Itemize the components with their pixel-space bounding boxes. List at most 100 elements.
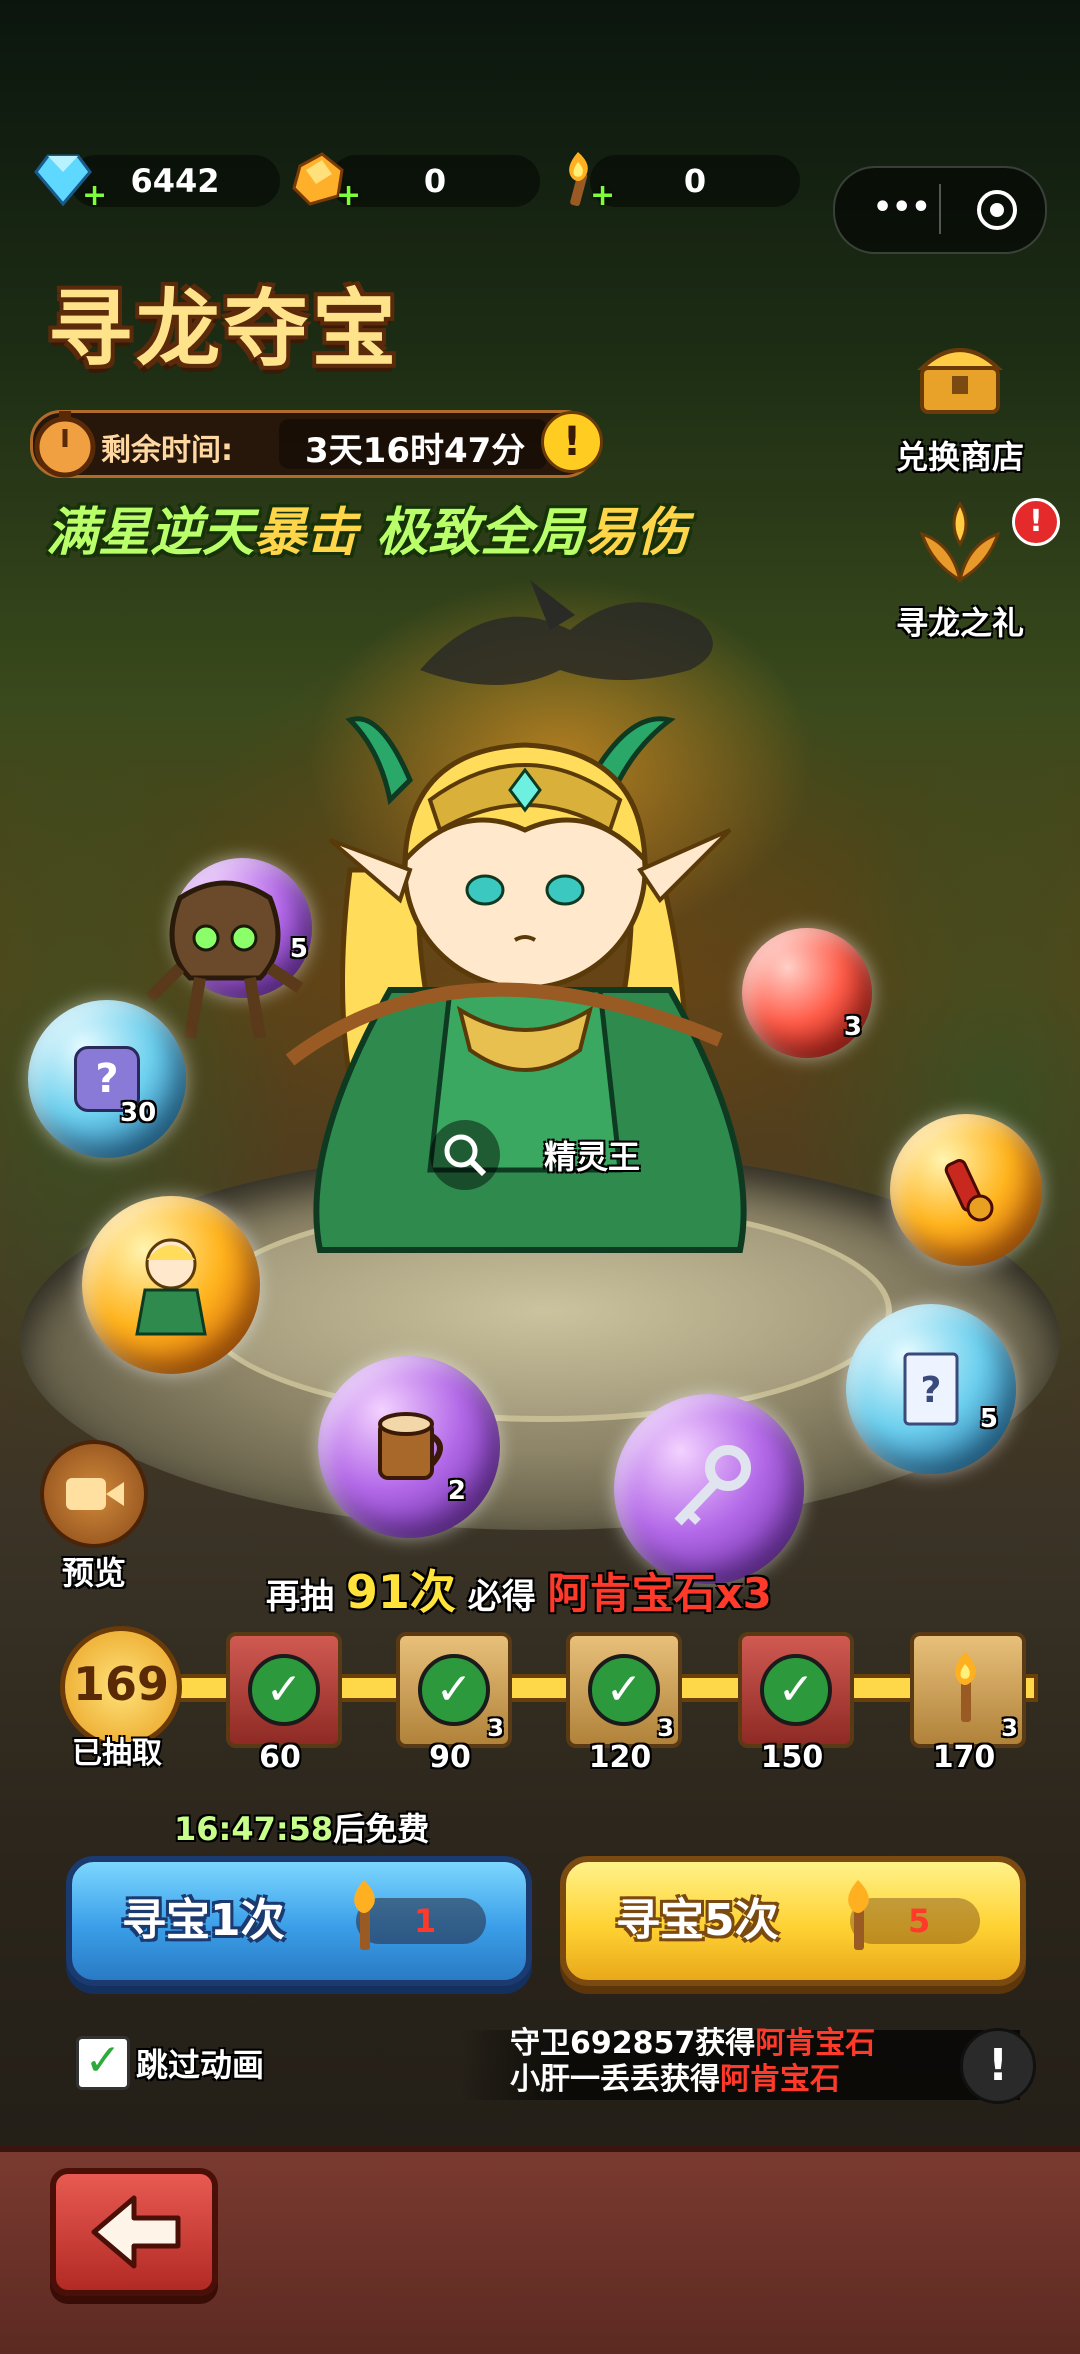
torch-counter: 0	[590, 155, 800, 207]
milestone-90[interactable]: ✓ 3	[396, 1632, 512, 1748]
milestone-170[interactable]: 3	[910, 1632, 1026, 1748]
milestone-150[interactable]: ✓	[738, 1632, 854, 1748]
guarantee-count: 91次	[345, 1565, 456, 1619]
remaining-time-bar: 剩余时间: 3天16时47分 !	[30, 410, 603, 478]
magnifier-icon[interactable]	[430, 1120, 500, 1190]
wood-orb[interactable]: 2	[318, 1356, 500, 1538]
info-icon[interactable]: !	[541, 411, 603, 473]
guarantee-reward: 阿肯宝石x3	[547, 1569, 772, 1618]
remaining-time-label: 剩余时间:	[101, 433, 233, 468]
red-orb[interactable]: 3	[742, 928, 872, 1058]
milestone-count: 3	[1001, 1714, 1018, 1742]
draw-once-label: 寻宝1次	[122, 1895, 285, 1946]
video-camera-icon	[40, 1440, 148, 1548]
slogan-part-2: 极致全局	[376, 503, 585, 563]
milestone-120[interactable]: ✓ 3	[566, 1632, 682, 1748]
dragon-silhouette	[420, 580, 713, 685]
back-button[interactable]	[50, 2168, 218, 2296]
capsule-divider	[939, 184, 941, 234]
scroll-count: 5	[979, 1404, 998, 1434]
scroll-icon: ?	[903, 1352, 959, 1426]
torch-icon	[848, 1880, 869, 1950]
free-timer: 16:47:58后免费	[174, 1804, 429, 1850]
check-icon: ✓	[588, 1654, 660, 1726]
exchange-shop-button[interactable]: 兑换商店	[874, 328, 1046, 478]
torch-icon	[354, 1880, 375, 1950]
check-icon: ✓	[248, 1654, 320, 1726]
back-arrow-icon	[91, 2195, 181, 2269]
slogan-highlight-1: 暴击	[254, 503, 359, 563]
gem-counter: 0	[330, 155, 540, 207]
mystery-orb[interactable]: ? 30	[28, 1000, 186, 1158]
hero-name: 精灵王	[544, 1138, 641, 1176]
free-timer-suffix: 后免费	[333, 1810, 430, 1848]
preview-button[interactable]: 预览	[30, 1440, 158, 1594]
gem-plus-icon[interactable]: +	[336, 178, 361, 213]
free-timer-time: 16:47:58	[174, 1810, 334, 1848]
diamond-plus-icon[interactable]: +	[82, 178, 107, 213]
draw-once-cost: 1	[354, 1880, 486, 1950]
guarantee-text: 再抽 91次 必得 阿肯宝石x3	[266, 1556, 772, 1622]
broadcast-text: 守卫692857获得阿肯宝石 小肝一丢丢获得阿肯宝石	[510, 2026, 875, 2098]
broadcast-info-icon[interactable]: !	[960, 2028, 1036, 2104]
diamond-value: 6442	[130, 162, 220, 200]
milestone-label: 120	[588, 1740, 652, 1775]
exchange-shop-label: 兑换商店	[895, 438, 1024, 476]
remaining-time-value: 3天16时47分	[305, 431, 526, 471]
torch-plus-icon[interactable]: +	[590, 178, 615, 213]
draw-five-button[interactable]: 寻宝5次 5	[560, 1856, 1026, 1986]
guarantee-pre: 再抽	[266, 1577, 334, 1617]
notification-badge-icon: !	[1012, 498, 1060, 546]
draw-once-cost-value: 1	[414, 1902, 437, 1940]
milestone-60[interactable]: ✓	[226, 1632, 342, 1748]
scroll-orb[interactable]: ? 5	[846, 1304, 1016, 1474]
drawn-label: 已抽取	[72, 1736, 162, 1771]
mini-program-capsule: •••	[833, 166, 1047, 254]
preview-label: 预览	[61, 1554, 126, 1592]
milestone-label: 170	[932, 1740, 996, 1775]
slogan-part-1: 满星逆天	[46, 503, 255, 563]
draw-five-label: 寻宝5次	[616, 1895, 779, 1946]
broadcast-line1-item: 阿肯宝石	[755, 2026, 876, 2061]
event-title: 寻龙夺宝	[48, 280, 401, 378]
broadcast-line1-name: 守卫692857获得	[510, 2026, 756, 2061]
milestone-label: 60	[259, 1740, 301, 1775]
dragon-emblem-icon	[919, 501, 1001, 583]
stopwatch-icon	[34, 411, 96, 478]
check-icon: ✓	[760, 1654, 832, 1726]
milestone-label: 90	[429, 1740, 471, 1775]
gem-value: 0	[423, 162, 447, 200]
check-icon: ✓	[418, 1654, 490, 1726]
red-relic-icon	[944, 1159, 994, 1222]
elf-king-hero[interactable]	[260, 690, 800, 1310]
guarantee-mid: 必得	[467, 1577, 536, 1617]
broadcast-line2-item: 阿肯宝石	[720, 2062, 840, 2097]
relic-orb[interactable]	[890, 1114, 1042, 1266]
draw-five-cost: 5	[848, 1880, 980, 1950]
target-close-icon[interactable]	[975, 188, 1019, 232]
red-count: 3	[843, 1012, 862, 1042]
tree-creature-icon	[145, 880, 304, 1039]
mystery-count: 30	[120, 1098, 157, 1128]
milestone-count: 3	[487, 1714, 504, 1742]
mini-hero-icon	[135, 1238, 207, 1336]
milestone-label: 150	[760, 1740, 824, 1775]
treasure-chest-icon	[916, 348, 1004, 414]
torch-icon	[955, 1652, 976, 1722]
event-slogan: 满星逆天暴击 极致全局易伤	[46, 490, 688, 565]
hero-shard-orb[interactable]	[82, 1196, 260, 1374]
svg-text:?: ?	[921, 1370, 942, 1411]
dragon-gift-label: 寻龙之礼	[895, 604, 1024, 642]
wood-count: 2	[447, 1476, 466, 1506]
more-dots-icon[interactable]: •••	[873, 193, 931, 223]
broadcast-line2-name: 小肝一丢丢获得	[510, 2062, 720, 2097]
wood-barrel-icon	[378, 1412, 443, 1480]
draw-five-cost-value: 5	[908, 1902, 931, 1940]
milestone-count: 3	[657, 1714, 674, 1742]
key-icon	[674, 1445, 751, 1526]
torch-value: 0	[683, 162, 707, 200]
draw-once-button[interactable]: 寻宝1次 1	[66, 1856, 532, 1986]
slogan-highlight-2: 易伤	[584, 503, 689, 563]
skip-animation-label: 跳过动画	[136, 2046, 265, 2084]
checkbox-icon[interactable]: ✓	[76, 2036, 130, 2090]
